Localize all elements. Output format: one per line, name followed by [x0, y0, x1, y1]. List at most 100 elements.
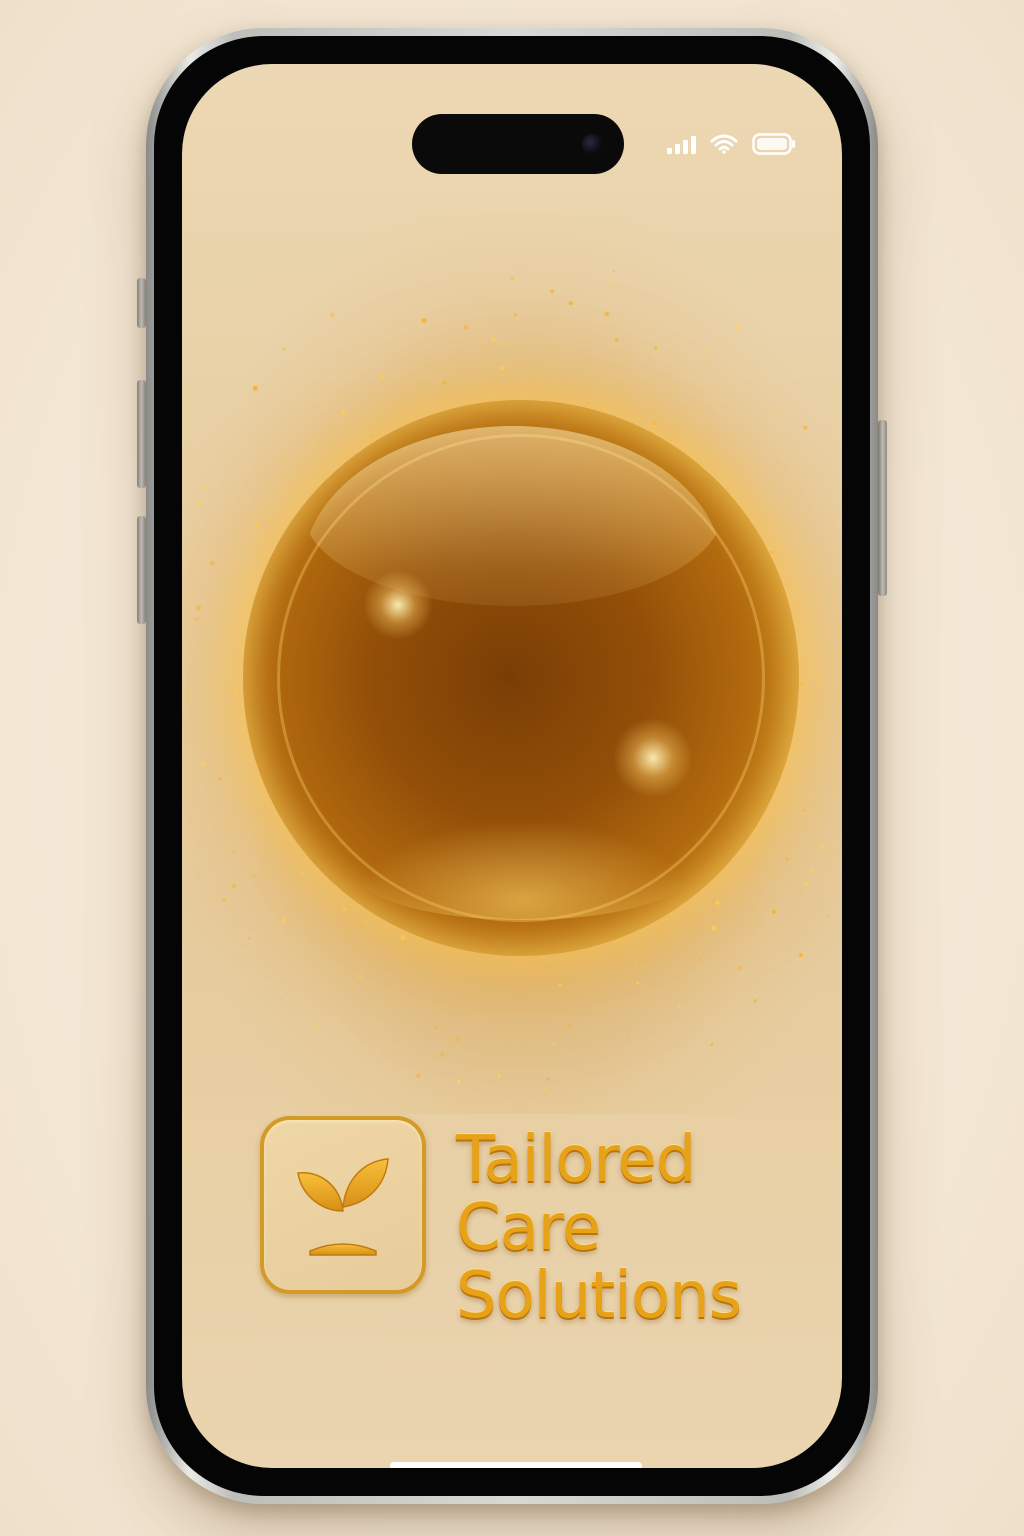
sparkle-particle — [820, 747, 823, 751]
sparkle-particle — [803, 425, 808, 430]
sparkle-particle — [433, 319, 436, 322]
sparkle-particle — [201, 484, 207, 490]
sparkle-particle — [252, 385, 258, 391]
sparkle-particle — [358, 974, 363, 980]
sparkle-particle — [227, 848, 230, 852]
sparkle-particle — [810, 868, 815, 873]
sparkle-particle — [653, 422, 657, 425]
brand-name: Tailored Care Solutions — [456, 1123, 742, 1333]
sparkle-particle — [552, 1043, 555, 1046]
sparkle-particle — [621, 367, 624, 370]
sparkle-particle — [635, 981, 640, 985]
sparkle-particle — [609, 280, 613, 285]
sparkle-particle — [729, 434, 733, 437]
sparkle-particle — [499, 365, 505, 371]
home-indicator[interactable] — [390, 1462, 642, 1468]
orb-light-spot — [363, 570, 433, 640]
volume-down-button — [137, 516, 146, 624]
orb-light-spot — [613, 718, 693, 798]
sparkle-particle — [513, 312, 518, 317]
sparkle-particle — [771, 408, 776, 413]
sparkle-particle — [799, 681, 804, 686]
sparkle-particle — [440, 1052, 445, 1057]
sparkle-particle — [218, 777, 222, 781]
sparkle-particle — [379, 374, 384, 380]
sparkle-particle — [669, 438, 673, 442]
sparkle-particle — [656, 924, 659, 927]
sparkle-particle — [543, 1088, 546, 1091]
sparkle-particle — [785, 845, 788, 848]
sprout-icon — [260, 1116, 426, 1294]
sparkle-particle — [222, 897, 227, 902]
phone-frame: Tailored Care Solutions — [146, 28, 878, 1504]
sparkle-particle — [818, 844, 824, 850]
sparkle-particle — [550, 289, 555, 294]
sparkle-particle — [502, 342, 506, 346]
sparkle-particle — [358, 923, 363, 928]
sparkle-particle — [614, 338, 619, 342]
sparkle-particle — [802, 809, 806, 812]
sparkle-particle — [753, 999, 757, 1003]
sparkle-particle — [207, 684, 210, 687]
sparkle-particle — [463, 325, 469, 331]
sparkle-particle — [826, 914, 829, 917]
sparkle-particle — [400, 935, 406, 940]
sparkle-particle — [311, 442, 314, 445]
sparkle-particle — [567, 958, 571, 962]
action-button — [137, 278, 146, 328]
sparkle-particle — [588, 402, 591, 405]
sparkle-particle — [469, 284, 471, 286]
sparkle-particle — [656, 930, 661, 934]
sparkle-particle — [670, 913, 674, 916]
sparkle-particle — [703, 349, 708, 354]
sparkle-particle — [283, 457, 287, 461]
sparkle-particle — [227, 623, 230, 625]
sparkle-particle — [434, 1025, 438, 1029]
sparkle-particle — [340, 354, 343, 357]
brand-name-line-1: Tailored — [456, 1123, 696, 1197]
sparkle-particle — [612, 269, 615, 272]
status-bar — [667, 132, 796, 156]
sparkle-particle — [537, 381, 541, 385]
sparkle-particle — [371, 435, 375, 439]
sparkle-particle — [668, 1060, 672, 1063]
volume-up-button — [137, 380, 146, 488]
orb-reflection — [353, 820, 693, 920]
sparkle-particle — [456, 1079, 461, 1084]
sparkle-particle — [210, 561, 215, 566]
sparkle-particle — [316, 339, 319, 342]
sparkle-particle — [386, 926, 392, 932]
sparkle-particle — [639, 957, 645, 963]
sparkle-particle — [233, 689, 237, 693]
sparkle-particle — [196, 605, 202, 611]
sparkle-particle — [710, 1043, 714, 1047]
sparkle-particle — [416, 1073, 421, 1078]
sparkle-particle — [499, 341, 503, 345]
brand-logo: Tailored Care Solutions — [260, 1116, 742, 1333]
wifi-icon — [710, 134, 738, 154]
sparkle-particle — [671, 385, 674, 388]
battery-icon — [752, 133, 796, 155]
sparkle-particle — [737, 965, 742, 971]
power-button — [878, 420, 887, 596]
sparkle-particle — [652, 354, 655, 358]
sparkle-particle — [803, 880, 809, 887]
sparkle-particle — [558, 983, 562, 987]
sparkle-particle — [201, 760, 207, 766]
sparkle-particle — [622, 357, 626, 361]
sparkle-particle — [426, 344, 429, 347]
sparkle-particle — [314, 1024, 319, 1029]
brand-name-line-3: Solutions — [456, 1259, 742, 1333]
sparkle-particle — [678, 1005, 681, 1009]
sparkle-particle — [329, 312, 335, 318]
sparkle-particle — [568, 1023, 572, 1028]
sparkle-particle — [771, 909, 776, 914]
sparkle-particle — [343, 907, 346, 911]
sparkle-particle — [195, 501, 201, 507]
sparkle-particle — [285, 844, 289, 847]
splash-screen: Tailored Care Solutions — [182, 64, 842, 1468]
sparkle-particle — [232, 850, 236, 853]
sparkle-particle — [568, 301, 573, 306]
sparkle-particle — [186, 698, 189, 701]
sparkle-particle — [546, 1077, 550, 1081]
